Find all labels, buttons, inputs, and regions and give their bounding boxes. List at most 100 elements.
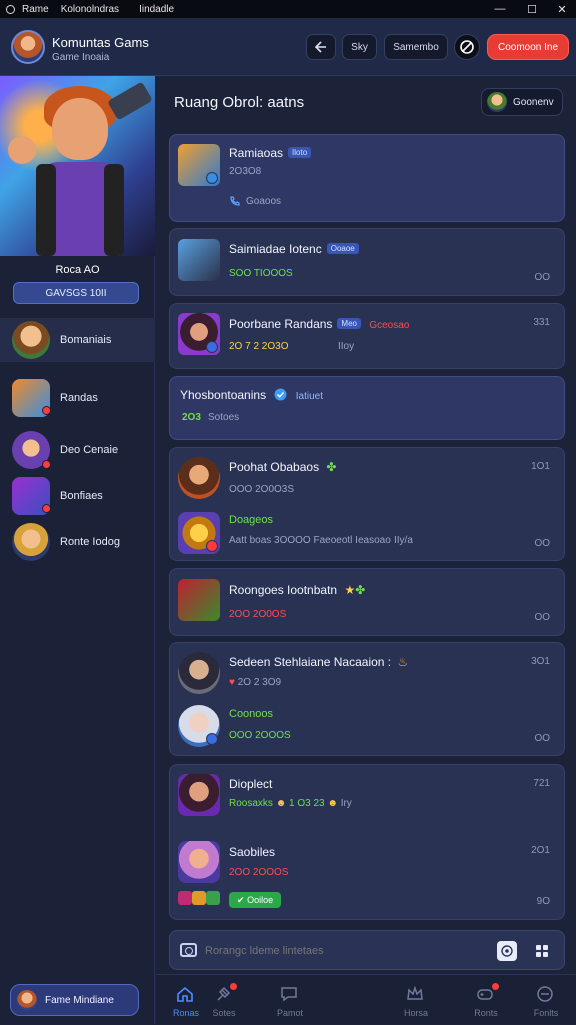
platform-badge	[206, 172, 218, 184]
tab-pamot[interactable]: Pamot	[260, 975, 320, 1025]
fire-icon: ♨	[397, 655, 409, 669]
sidebar-item-label: Deo Cenaie	[60, 444, 119, 456]
emoji-icon: ☻	[327, 798, 338, 809]
chat-count: 721	[533, 778, 550, 789]
close-button[interactable]: ✕	[546, 0, 576, 18]
profile-name: Roca AO	[55, 264, 100, 276]
tab-horsa[interactable]: Horsa	[386, 975, 446, 1025]
apps-button[interactable]	[532, 941, 552, 961]
window-title-app: Kolonolndras	[60, 3, 120, 15]
message-input[interactable]	[205, 942, 445, 960]
avatar	[178, 652, 220, 694]
chat-card[interactable]: Ramiaoas Iloto 2O3O8 Goaoos	[169, 134, 565, 222]
back-icon	[314, 41, 326, 53]
prohibit-icon	[460, 40, 474, 54]
avatar	[178, 841, 220, 883]
chat-name: Poorbane Randans	[229, 317, 333, 331]
chat-name: Roongoes Iootnbatn	[229, 583, 338, 597]
status-tag: Ooiloe	[247, 895, 274, 905]
window-title-right: Iindadle	[139, 3, 175, 15]
user-avatar[interactable]	[11, 30, 45, 64]
chat-subname: Saobiles	[229, 845, 276, 859]
window-titlebar: Rame Kolonolndras Iindadle — ☐ ✕	[0, 0, 576, 18]
tab-label: Ronts	[474, 1008, 498, 1018]
emoji-icon: ☻	[275, 798, 287, 809]
avatar	[178, 457, 220, 499]
game-thumbnail	[178, 239, 220, 281]
back-button[interactable]	[306, 34, 336, 60]
chat-bubble-icon	[281, 987, 297, 1002]
app-subtitle: Game Inoaia	[52, 52, 110, 63]
tab-label: Pamot	[276, 1008, 303, 1018]
chat-name: Saimiadae Iotenc	[229, 242, 322, 256]
notification-dot	[206, 540, 218, 552]
chat-card[interactable]: Poorbane Randans Meo Gceosao 2O 7 2 2O3O …	[169, 303, 565, 369]
chat-tag: Iatiuet	[295, 391, 324, 402]
status-button[interactable]	[454, 34, 480, 60]
chat-count: 331	[533, 317, 550, 328]
chat-name: Sedeen Stehlaiane Nacaaion :	[229, 655, 392, 669]
tab-ronts[interactable]: Ronts	[456, 975, 516, 1025]
chat-pill: Iloto	[288, 147, 312, 158]
current-user-label: Fame Mindiane	[45, 994, 114, 1006]
avatar	[12, 523, 50, 561]
sidebar-item-ronte-iodog[interactable]: Ronte Iodog	[0, 520, 155, 564]
chat-status: IIy/a	[394, 535, 413, 546]
maximize-button[interactable]: ☐	[516, 0, 548, 18]
chat-name: Poohat Obabaos	[229, 460, 320, 474]
chat-count: OO	[534, 733, 550, 744]
home-icon	[177, 986, 193, 1002]
sidebar-item-randas[interactable]: Randas	[0, 376, 155, 420]
current-user-button[interactable]: Fame Mindiane	[10, 984, 139, 1016]
chat-message: OOO 2OOOS	[229, 730, 291, 741]
chat-status: IIoy	[338, 341, 355, 352]
community-button[interactable]: Goonenv	[481, 88, 563, 116]
chat-subname: Coonoos	[229, 708, 274, 720]
chat-meta: 2OO 2O0OS	[229, 609, 287, 620]
sidebar-item-deo-cenaie[interactable]: Deo Cenaie	[0, 428, 155, 472]
emoji-button[interactable]	[497, 941, 517, 961]
notification-dot	[230, 983, 237, 990]
chat-count: 2O1	[531, 845, 550, 856]
notification-dot	[42, 406, 51, 415]
avatar	[12, 321, 50, 359]
chat-card[interactable]: Roongoes Iootnbatn ★✤ 2OO 2O0OS OO	[169, 568, 565, 636]
sidebar-item-label: Ronte Iodog	[60, 536, 120, 548]
sidebar-item-bonfiaes[interactable]: Bonfiaes	[0, 474, 155, 518]
chat-status: Iry	[340, 798, 352, 809]
camera-icon[interactable]	[180, 943, 197, 957]
cta-button[interactable]: Coomoon Ine	[487, 34, 569, 60]
clover-icon: ✤	[326, 460, 337, 474]
verified-icon	[274, 388, 287, 401]
app-header: Komuntas Gams Game Inoaia Sky Samembo Co…	[0, 18, 576, 76]
star-icon: ★	[344, 583, 356, 597]
chat-card[interactable]: Saimiadae Iotenc Ooaoe SOO TIOOOS OO	[169, 228, 565, 296]
chat-name: Yhosbontoanins	[180, 388, 267, 402]
platform-badge	[206, 733, 218, 745]
sidebar-item-bomaniais[interactable]: Bomaniais	[0, 318, 155, 362]
chat-card[interactable]: Yhosbontoanins Iatiuet 2O3 Sotoes	[169, 376, 565, 440]
chat-status: Sotoes	[208, 412, 240, 423]
chat-card[interactable]: Poohat Obabaos ✤ OOO 2O0O3S 1O1 Doageos …	[169, 447, 565, 561]
sky-button[interactable]: Sky	[342, 34, 377, 60]
chat-count: 9O	[536, 896, 550, 907]
profile-button[interactable]: GAVSGS 10II	[13, 282, 139, 304]
minimize-button[interactable]: —	[484, 0, 516, 18]
tab-fonlts[interactable]: Fonlts	[516, 975, 576, 1025]
main-panel: Ruang Obrol: aatns Goonenv Ramiaoas Iloto…	[156, 76, 576, 1024]
more-icon	[537, 986, 553, 1002]
chat-meta: 2O 7 2 2O3O	[229, 341, 289, 352]
avatar	[17, 990, 37, 1010]
app-icon	[6, 4, 15, 14]
message-composer	[169, 930, 565, 970]
page-title: Ruang Obrol: aatns	[174, 94, 305, 111]
samembo-button[interactable]: Samembo	[384, 34, 448, 60]
notification-dot	[42, 460, 51, 469]
sidebar-item-label: Randas	[60, 392, 98, 404]
chat-card[interactable]: Dioplect Roosaxks ☻ 1 O3 23 ☻ Iry 721 Sa…	[169, 764, 565, 920]
tab-sotes[interactable]: Sotes	[194, 975, 254, 1025]
chat-meta: 2O3O8	[229, 166, 262, 177]
chat-card[interactable]: Sedeen Stehlaiane Nacaaion : ♨ ♥ 2O 2 3O…	[169, 642, 565, 756]
chat-count: OO	[534, 538, 550, 549]
avatar	[487, 92, 507, 112]
